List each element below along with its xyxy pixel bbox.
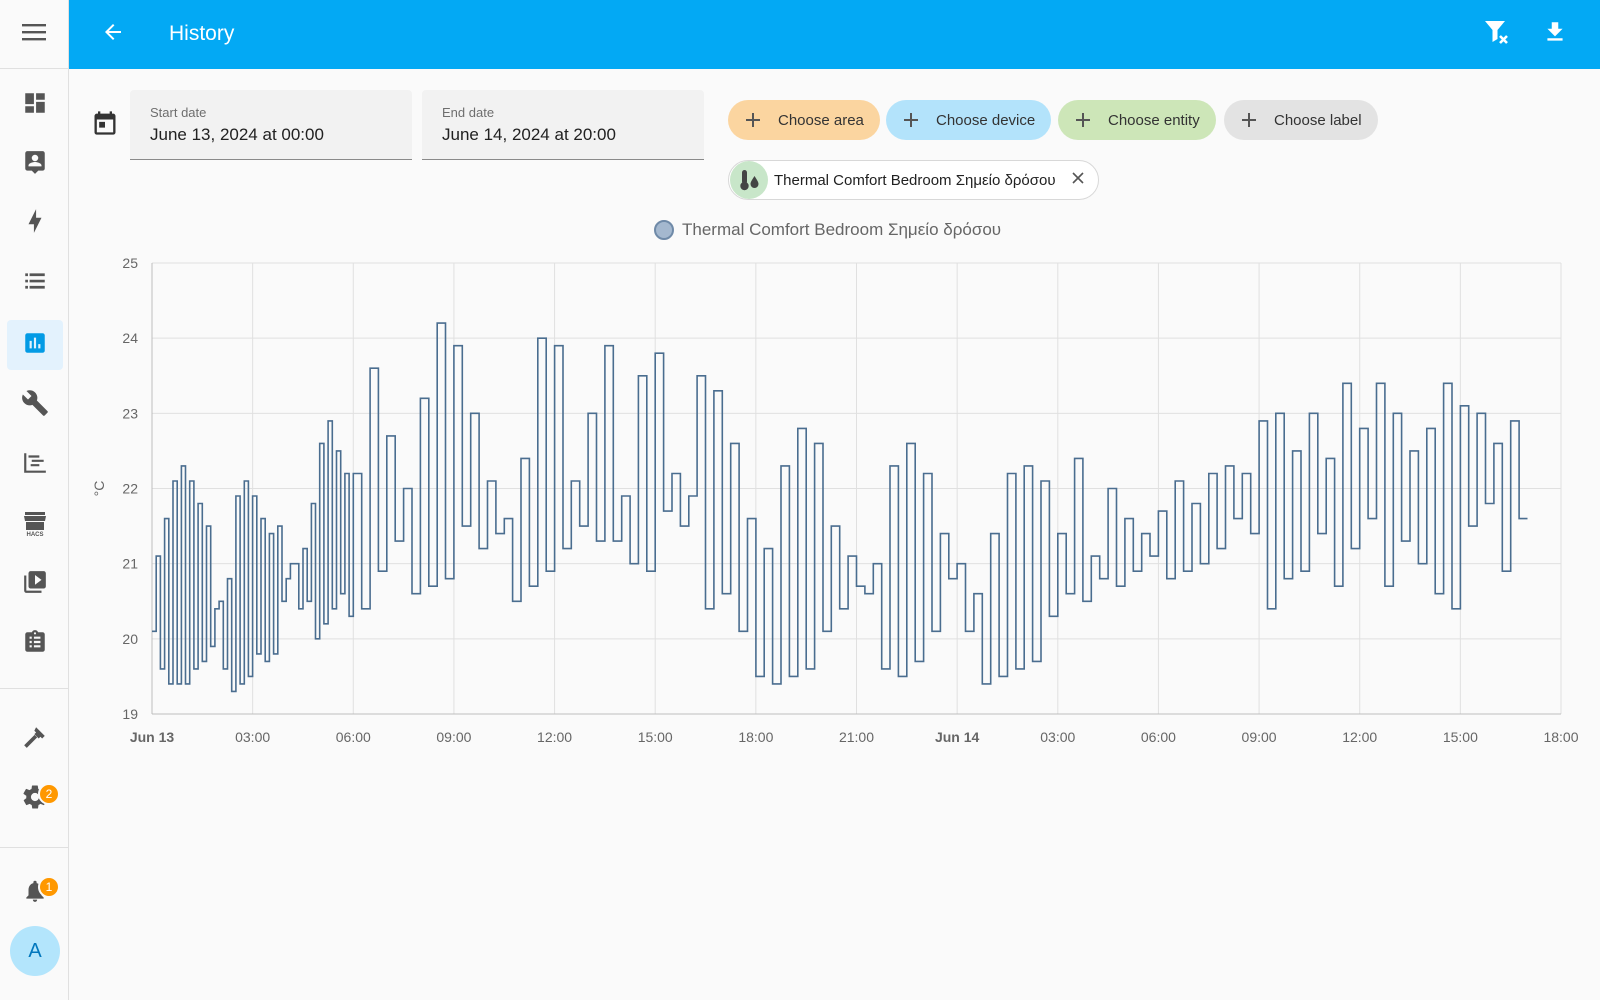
- end-date-field[interactable]: End date June 14, 2024 at 20:00: [422, 90, 704, 160]
- download-button[interactable]: [1539, 18, 1571, 50]
- sidebar-divider-bottom: [0, 847, 69, 848]
- x-tick-label: 12:00: [537, 729, 572, 745]
- selected-entity-name: Thermal Comfort Bedroom Σημείο δρόσου: [774, 171, 1056, 189]
- end-date-value: June 14, 2024 at 20:00: [442, 125, 616, 144]
- x-tick-label: Jun 14: [935, 729, 980, 745]
- plus-icon: [1072, 109, 1094, 131]
- remove-filters-button[interactable]: [1481, 18, 1513, 50]
- y-tick-label: 25: [122, 255, 138, 271]
- lightning-bolt-icon: [22, 208, 48, 239]
- y-tick-label: 23: [122, 405, 138, 421]
- dashboard-icon: [22, 90, 48, 121]
- sidebar-item-map[interactable]: [7, 139, 63, 189]
- x-tick-label: 03:00: [235, 729, 270, 745]
- chart-legend-item[interactable]: Thermal Comfort Bedroom Σημείο δρόσου: [654, 220, 1001, 240]
- app-header: History: [69, 0, 1600, 69]
- start-date-label: Start date: [150, 105, 207, 120]
- x-tick-label: 15:00: [1443, 729, 1478, 745]
- plus-icon: [742, 109, 764, 131]
- sidebar-item-developer-tools[interactable]: [7, 714, 63, 764]
- remove-entity-button[interactable]: [1068, 170, 1088, 190]
- legend-swatch: [654, 220, 674, 240]
- history-line-chart[interactable]: 19 20 21 22 23 24 25 Jun 13 03:00 06:00 09:00 12:00…: [90, 250, 1590, 760]
- bar-chart-icon: [22, 330, 48, 361]
- selected-entity-chip[interactable]: Thermal Comfort Bedroom Σημείο δρόσου: [728, 160, 1099, 200]
- calendar-icon: [90, 108, 120, 138]
- x-tick-label: 06:00: [336, 729, 371, 745]
- sidebar-item-history[interactable]: [7, 320, 63, 370]
- y-tick-label: 21: [122, 556, 138, 572]
- x-tick-label: Jun 13: [130, 729, 175, 745]
- sidebar: HACS 2 1 A: [0, 0, 69, 1000]
- page-title: History: [169, 22, 235, 45]
- chart-gantt-icon: [22, 450, 48, 481]
- y-axis-label: °C: [91, 481, 107, 497]
- x-tick-label: 09:00: [1242, 729, 1277, 745]
- plus-icon: [1238, 109, 1260, 131]
- x-tick-label: 09:00: [436, 729, 471, 745]
- y-tick-label: 22: [122, 481, 138, 497]
- play-box-multiple-icon: [22, 569, 48, 600]
- store-icon: HACS: [23, 511, 47, 538]
- wrench-icon: [21, 389, 49, 422]
- hacs-label: HACS: [26, 531, 44, 538]
- list-icon: [22, 268, 48, 299]
- sidebar-divider: [0, 688, 69, 689]
- choose-label-button[interactable]: Choose label: [1224, 100, 1378, 140]
- download-icon: [1542, 19, 1568, 50]
- y-tick-label: 19: [122, 706, 138, 722]
- filter-remove-icon: [1482, 17, 1512, 52]
- sidebar-item-media-browser[interactable]: [7, 559, 63, 609]
- legend-label: Thermal Comfort Bedroom Σημείο δρόσου: [682, 220, 1002, 239]
- user-avatar[interactable]: A: [10, 926, 60, 976]
- plus-icon: [900, 109, 922, 131]
- sidebar-item-media[interactable]: [7, 440, 63, 490]
- notifications-badge: 1: [38, 876, 60, 898]
- account-box-icon: [22, 149, 48, 180]
- back-button[interactable]: [97, 18, 129, 50]
- y-tick-label: 20: [122, 631, 138, 647]
- x-tick-label: 12:00: [1342, 729, 1377, 745]
- choose-entity-button[interactable]: Choose entity: [1058, 100, 1216, 140]
- arrow-left-icon: [101, 20, 125, 49]
- end-date-label: End date: [442, 105, 495, 120]
- start-date-value: June 13, 2024 at 00:00: [150, 125, 324, 144]
- sidebar-header: [0, 0, 68, 69]
- settings-badge: 2: [38, 783, 60, 805]
- choose-area-button[interactable]: Choose area: [728, 100, 880, 140]
- sidebar-item-energy[interactable]: [7, 198, 63, 248]
- hammer-icon: [22, 724, 48, 755]
- x-tick-label: 18:00: [738, 729, 773, 745]
- clipboard-list-icon: [22, 629, 48, 660]
- x-tick-label: 15:00: [638, 729, 673, 745]
- x-tick-label: 03:00: [1040, 729, 1075, 745]
- series-line: [152, 322, 1528, 693]
- start-date-field[interactable]: Start date June 13, 2024 at 00:00: [130, 90, 412, 160]
- sidebar-item-logbook[interactable]: [7, 258, 63, 308]
- x-tick-label: 21:00: [839, 729, 874, 745]
- choose-label-label: Choose label: [1274, 111, 1362, 129]
- close-icon: [1071, 171, 1084, 189]
- choose-area-label: Choose area: [778, 111, 864, 129]
- sidebar-item-developer[interactable]: [7, 380, 63, 430]
- choose-entity-label: Choose entity: [1108, 111, 1200, 129]
- sidebar-item-overview[interactable]: [7, 80, 63, 130]
- x-tick-label: 06:00: [1141, 729, 1176, 745]
- x-tick-label: 18:00: [1543, 729, 1578, 745]
- hamburger-menu-icon[interactable]: [21, 22, 47, 47]
- sidebar-item-hacs[interactable]: HACS: [7, 499, 63, 549]
- choose-device-button[interactable]: Choose device: [886, 100, 1052, 140]
- sidebar-item-todo[interactable]: [7, 619, 63, 669]
- thermometer-water-icon: [730, 161, 768, 199]
- choose-device-label: Choose device: [936, 111, 1036, 129]
- y-tick-label: 24: [122, 330, 138, 346]
